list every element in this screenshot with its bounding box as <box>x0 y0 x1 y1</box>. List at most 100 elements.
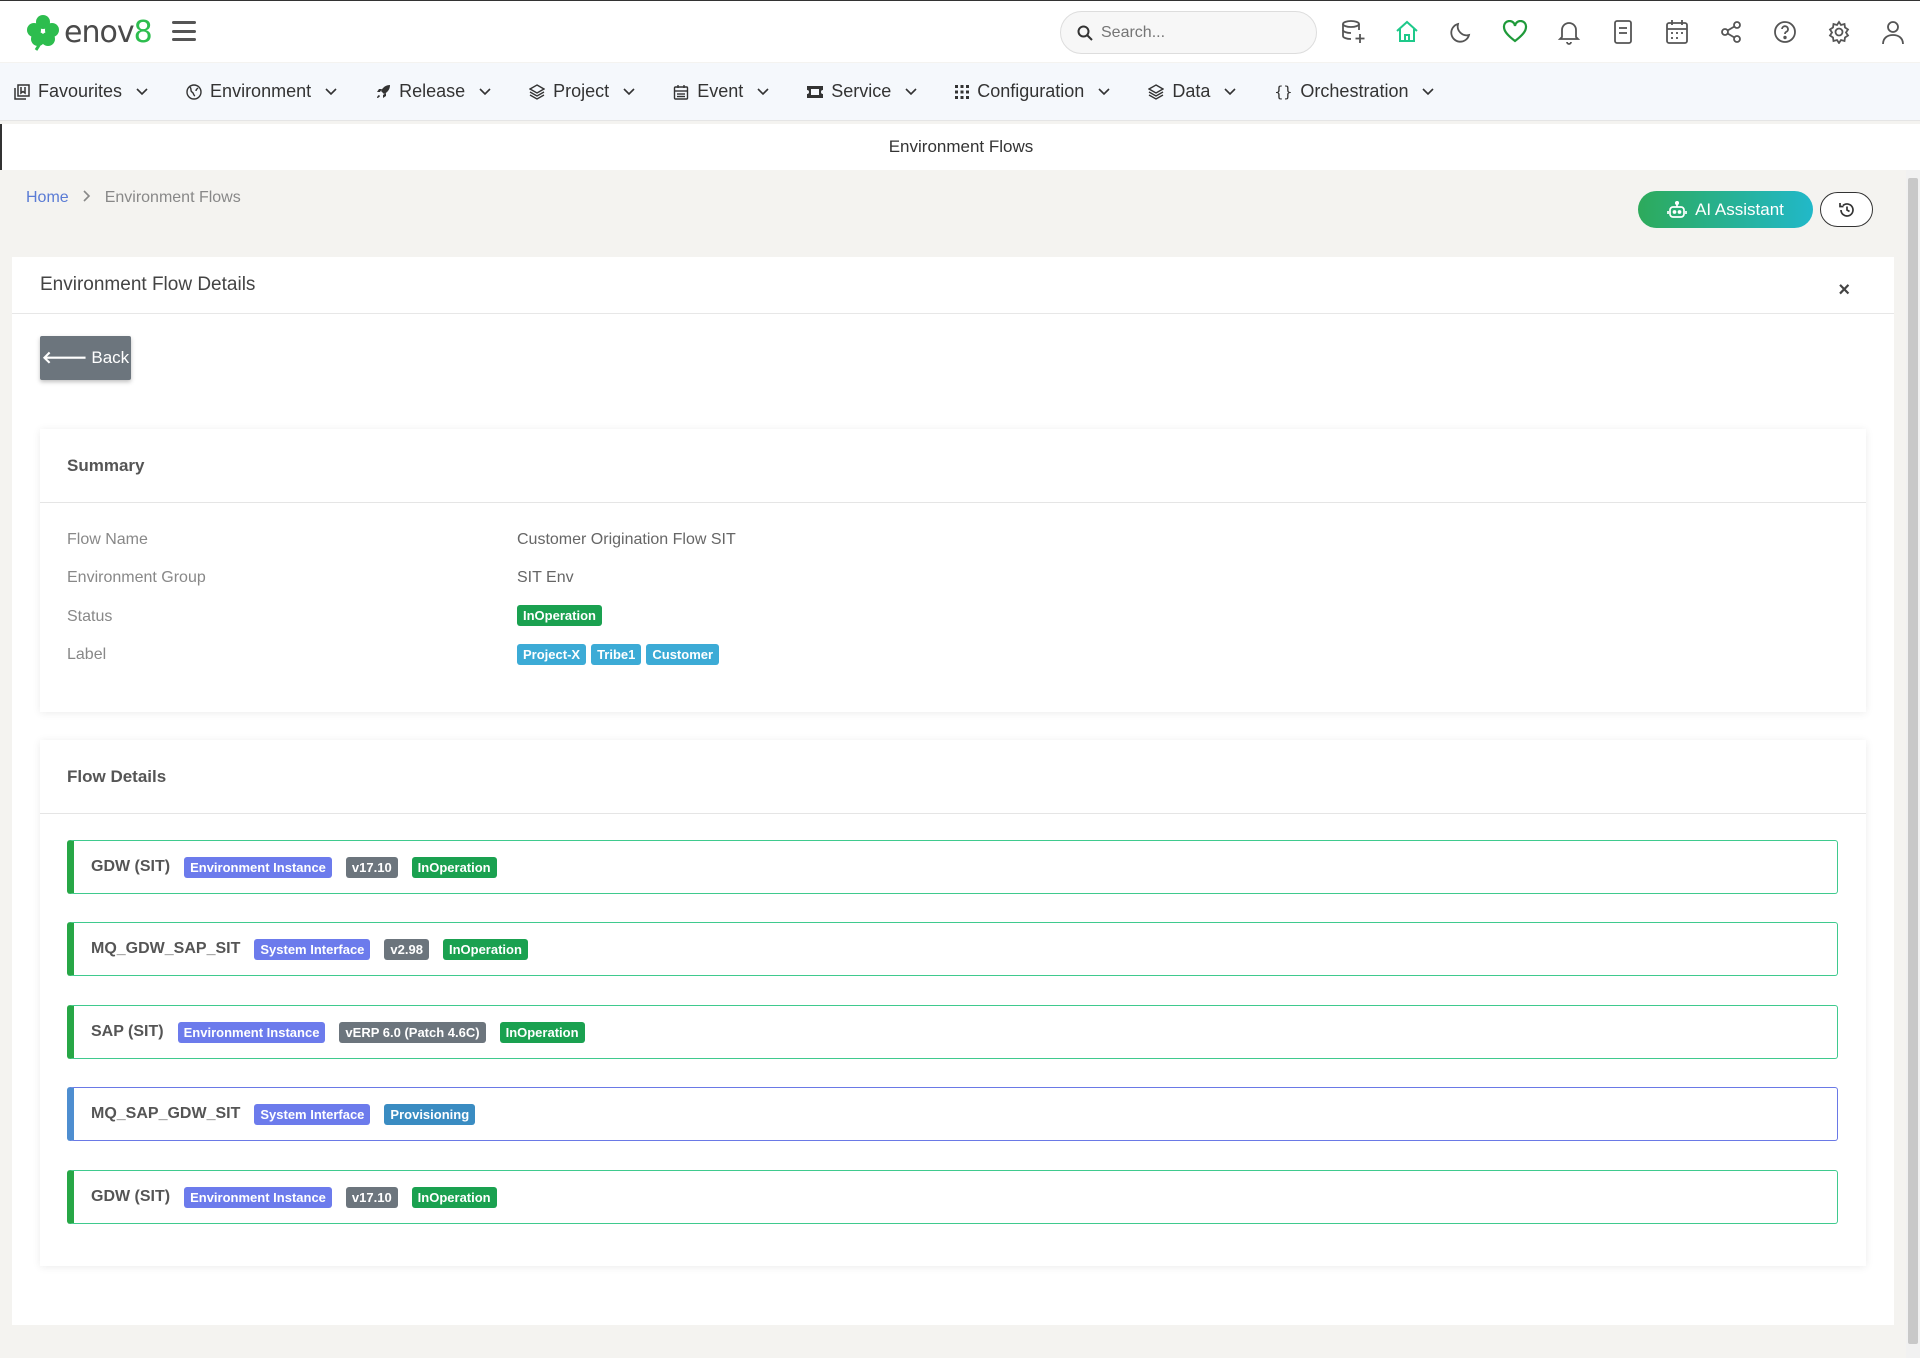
type-badge: Environment Instance <box>184 1186 332 1208</box>
nav-label: Project <box>553 81 610 101</box>
nav-project[interactable]: Project <box>529 81 635 102</box>
summary-row-label: Label Project-X Tribe1 Customer <box>67 644 720 665</box>
database-add-icon[interactable] <box>1336 15 1370 49</box>
card-header: Environment Flow Details × <box>12 257 1894 314</box>
chevron-down-icon <box>905 87 917 96</box>
row-label: Flow Name <box>67 531 148 548</box>
nav-event[interactable]: Event <box>673 81 769 102</box>
status-badge: InOperation <box>517 605 602 626</box>
flow-item-name: GDW (SIT) <box>91 858 171 875</box>
status-badge: InOperation <box>411 1186 497 1208</box>
flow-item-name: MQ_SAP_GDW_SIT <box>91 1105 241 1122</box>
nav-label: Favourites <box>38 81 123 101</box>
layers-icon <box>1148 83 1165 100</box>
chevron-down-icon <box>1224 87 1236 96</box>
ai-assistant-button[interactable]: AI Assistant <box>1638 191 1813 228</box>
nav-label: Environment <box>210 81 312 101</box>
summary-title: Summary <box>40 429 1866 503</box>
version-badge: v2.98 <box>384 938 429 960</box>
chevron-down-icon <box>1098 87 1110 96</box>
chevron-down-icon <box>136 87 148 96</box>
back-button[interactable]: 🡐 Back <box>40 336 131 380</box>
breadcrumb-current: Environment Flows <box>104 189 241 206</box>
flow-item[interactable]: MQ_SAP_GDW_SIT System Interface Provisio… <box>67 1087 1838 1141</box>
nav-release[interactable]: Release <box>375 81 491 102</box>
summary-row-flow-name: Flow Name Customer Origination Flow SIT <box>67 531 736 549</box>
clover-logo-icon <box>27 15 59 51</box>
version-badge: v17.10 <box>345 1186 398 1208</box>
search-box[interactable] <box>1060 11 1317 54</box>
row-value: Customer Origination Flow SIT <box>517 531 736 548</box>
flow-details-section: Flow Details GDW (SIT) Environment Insta… <box>40 740 1866 1266</box>
status-badge: InOperation <box>442 938 528 960</box>
scrollbar-thumb[interactable] <box>1908 178 1918 1344</box>
nav-data[interactable]: Data <box>1148 81 1236 102</box>
history-button[interactable] <box>1820 192 1873 227</box>
nav-favourites[interactable]: Favourites <box>14 81 148 102</box>
user-icon[interactable] <box>1876 15 1910 49</box>
robot-icon <box>1667 200 1687 218</box>
flow-item[interactable]: SAP (SIT) Environment Instance vERP 6.0 … <box>67 1005 1838 1059</box>
label-badge: Customer <box>646 644 720 665</box>
row-label: Label <box>67 646 107 663</box>
nav-service[interactable]: Service <box>807 81 917 102</box>
type-badge: System Interface <box>254 938 371 960</box>
flow-item-name: GDW (SIT) <box>91 1188 171 1205</box>
braces-icon: {} <box>1274 82 1293 101</box>
chevron-down-icon <box>623 87 635 96</box>
environment-flow-details-card: Environment Flow Details × 🡐 Back Summar… <box>12 257 1894 1325</box>
arrow-left-icon: 🡐 <box>41 348 88 367</box>
flow-item-name: SAP (SIT) <box>91 1023 164 1040</box>
favourites-icon <box>14 83 30 100</box>
document-icon[interactable] <box>1606 15 1640 49</box>
main-nav: Favourites Environment Release Project E… <box>0 63 1920 121</box>
share-icon[interactable] <box>1714 15 1748 49</box>
flow-item-name: MQ_GDW_SAP_SIT <box>91 940 241 957</box>
nav-environment[interactable]: Environment <box>186 81 337 102</box>
logo[interactable]: enov8 <box>26 13 153 51</box>
type-badge: Environment Instance <box>177 1021 326 1043</box>
page-title: Environment Flows <box>0 124 1920 170</box>
nav-configuration[interactable]: Configuration <box>955 81 1110 102</box>
hamburger-menu-icon[interactable] <box>172 21 196 41</box>
moon-icon[interactable] <box>1444 15 1478 49</box>
gear-icon[interactable] <box>1822 15 1856 49</box>
home-icon[interactable] <box>1390 15 1424 49</box>
label-badge: Project-X <box>517 644 587 665</box>
grid-icon <box>955 84 970 99</box>
nav-label: Data <box>1172 81 1211 101</box>
back-label: Back <box>91 348 130 367</box>
help-icon[interactable] <box>1768 15 1802 49</box>
search-icon <box>1077 25 1093 41</box>
breadcrumb: Home Environment Flows <box>26 189 241 207</box>
chevron-down-icon <box>1422 87 1435 96</box>
flow-item[interactable]: GDW (SIT) Environment Instance v17.10 In… <box>67 1170 1838 1224</box>
row-value: SIT Env <box>517 569 574 586</box>
heart-icon[interactable] <box>1498 15 1532 49</box>
top-bar: enov8 <box>0 0 1920 62</box>
type-badge: Environment Instance <box>184 856 332 878</box>
breadcrumb-home-link[interactable]: Home <box>26 189 69 207</box>
bell-icon[interactable] <box>1552 15 1586 49</box>
chevron-down-icon <box>479 87 491 96</box>
card-title: Environment Flow Details <box>40 274 256 295</box>
ai-assistant-label: AI Assistant <box>1695 199 1784 219</box>
globe-icon <box>186 83 202 100</box>
close-icon[interactable]: × <box>1838 279 1850 302</box>
nav-label: Release <box>399 81 466 101</box>
row-label: Environment Group <box>67 569 206 586</box>
flow-item[interactable]: MQ_GDW_SAP_SIT System Interface v2.98 In… <box>67 922 1838 976</box>
chevron-down-icon <box>325 87 337 96</box>
history-icon <box>1838 202 1854 217</box>
flow-item[interactable]: GDW (SIT) Environment Instance v17.10 In… <box>67 840 1838 894</box>
search-input[interactable] <box>1101 23 1301 42</box>
flow-details-title: Flow Details <box>40 740 1866 814</box>
status-badge: InOperation <box>499 1021 585 1043</box>
nav-label: Event <box>697 81 744 101</box>
version-badge: vERP 6.0 (Patch 4.6C) <box>339 1021 486 1043</box>
logo-text: enov8 <box>64 14 153 50</box>
rocket-icon <box>375 84 391 100</box>
chevron-down-icon <box>757 87 769 96</box>
calendar-icon[interactable] <box>1660 15 1694 49</box>
nav-orchestration[interactable]: {} Orchestration <box>1274 81 1435 102</box>
